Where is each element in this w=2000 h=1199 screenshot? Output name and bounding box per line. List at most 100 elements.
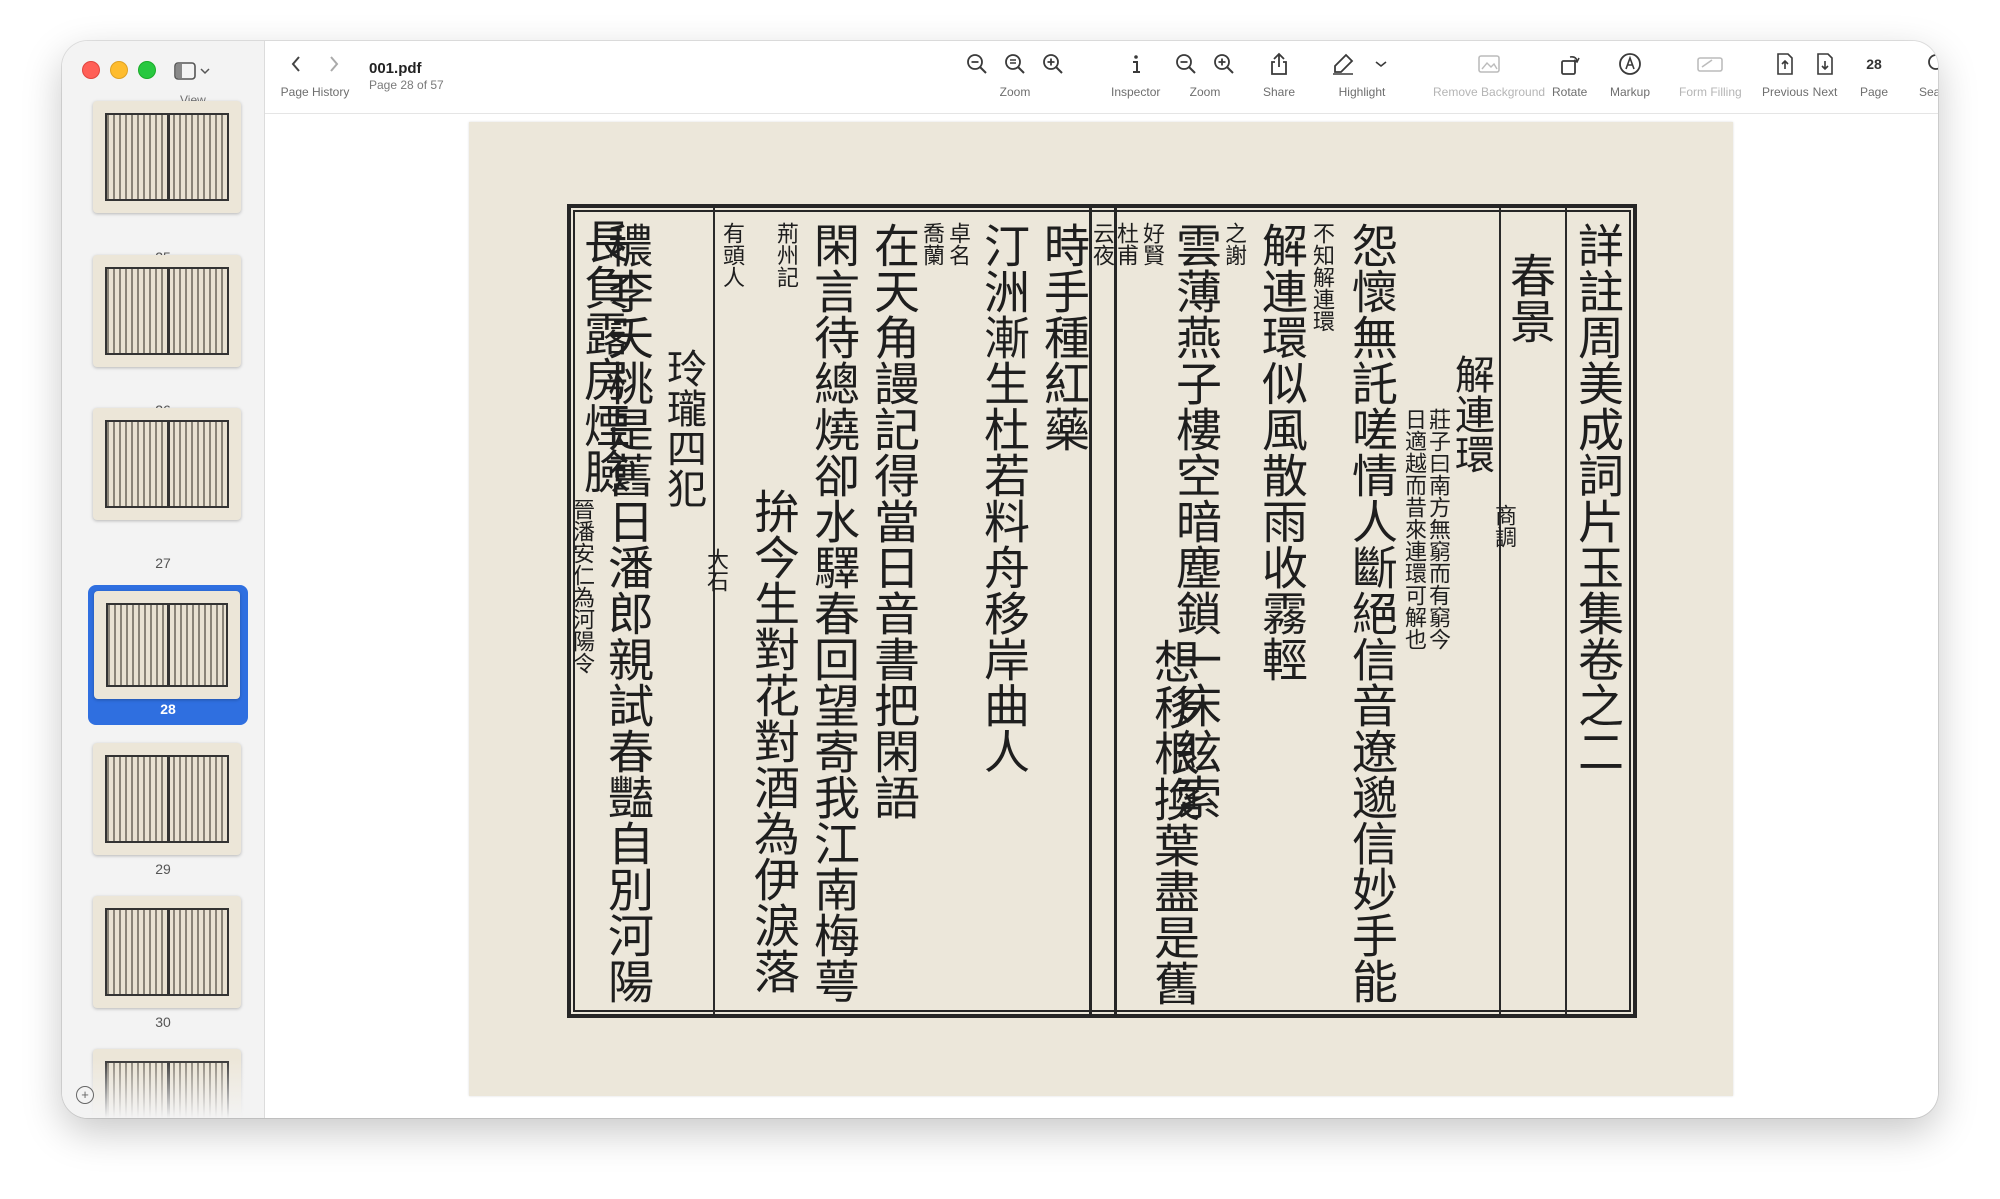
pdf-page: 詳註周美成詞片玉集卷之二 春景 解連環 商調 莊子曰南方無窮而有窮今 日適越而昔… [469, 122, 1733, 1096]
tune-mode: 大石 [703, 548, 728, 592]
back-button[interactable] [282, 50, 310, 78]
zoom-out-button-2[interactable] [1172, 50, 1200, 78]
thumbnail-page-28-selected[interactable]: 28 [88, 585, 248, 725]
verse-column: 長負露房煙臉 [577, 218, 631, 494]
thumbnail-page-29[interactable] [93, 743, 241, 855]
form-filling-button[interactable] [1696, 50, 1724, 78]
page-status: Page 28 of 57 [369, 78, 444, 92]
form-filling-group: Form Filling [1679, 49, 1742, 99]
form-signature-icon [1697, 57, 1724, 72]
inspector-label: Inspector [1111, 85, 1161, 99]
annotation-note: 荊州記 [773, 222, 798, 288]
rotate-button[interactable] [1556, 50, 1584, 78]
markup-button[interactable] [1616, 50, 1644, 78]
section-title: 春景 [1503, 252, 1557, 344]
highlight-label: Highlight [1338, 85, 1386, 99]
zoom-in-button[interactable] [1039, 50, 1067, 78]
annotation-note: 莊子曰南方無窮而有窮今 [1425, 408, 1450, 650]
page-label: Page [1860, 85, 1889, 99]
image-icon [1478, 55, 1500, 73]
markup-label: Markup [1610, 85, 1651, 99]
chevron-down-icon [200, 68, 210, 75]
previous-label: Previous [1762, 85, 1809, 99]
forward-button[interactable] [320, 50, 348, 78]
actual-size-button[interactable] [1001, 50, 1029, 78]
preview-window: View 25 26 27 28 29 30 + [62, 41, 1938, 1118]
thumbnail-page-27[interactable] [93, 408, 241, 520]
search-group: Search [1919, 49, 1938, 99]
zoom-in-button-2[interactable] [1210, 50, 1238, 78]
highlight-group: Highlight [1329, 49, 1395, 99]
page-history-label: Page History [280, 85, 350, 99]
zoom-out-button[interactable] [963, 50, 991, 78]
page-down-icon [1817, 53, 1833, 75]
document-view[interactable]: 詳註周美成詞片玉集卷之二 春景 解連環 商調 莊子曰南方無窮而有窮今 日適越而昔… [265, 114, 1938, 1118]
info-icon [1132, 55, 1140, 73]
rotate-group: Rotate [1552, 49, 1587, 99]
remove-background-group: Remove Background [1433, 49, 1545, 99]
share-button[interactable] [1265, 50, 1293, 78]
next-group: Next [1811, 49, 1839, 99]
thumbnail-number: 28 [160, 701, 176, 717]
inspector-button[interactable] [1122, 50, 1150, 78]
form-filling-label: Form Filling [1679, 85, 1742, 99]
text-block: 詳註周美成詞片玉集卷之二 春景 解連環 商調 莊子曰南方無窮而有窮今 日適越而昔… [567, 204, 1637, 1018]
close-button[interactable] [82, 61, 100, 79]
minimize-button[interactable] [110, 61, 128, 79]
zoom-out-icon [1176, 54, 1196, 74]
page-number-field[interactable]: 28 [1860, 50, 1888, 78]
zoom-actual-icon [1005, 54, 1025, 74]
annotation-note: 卓名 [945, 222, 970, 266]
highlighter-pen-icon [1333, 53, 1354, 75]
remove-background-button[interactable] [1475, 50, 1503, 78]
zoom-group-2: Zoom [1172, 49, 1238, 99]
document-title: 001.pdf [369, 60, 422, 77]
thumbnail-number: 30 [155, 1014, 171, 1030]
search-button[interactable] [1924, 50, 1938, 78]
markup-group: Markup [1610, 49, 1650, 99]
page-history-group: Page History [265, 49, 365, 99]
page-up-icon [1777, 53, 1794, 75]
add-page-button[interactable]: + [76, 1086, 94, 1104]
chevron-down-icon [1375, 61, 1387, 68]
verse-column: 時手種紅藥 [1037, 222, 1091, 452]
previous-page-button[interactable] [1771, 50, 1799, 78]
share-icon [1271, 52, 1287, 75]
rotate-icon [1560, 56, 1580, 75]
tune-title: 解連環 [1448, 354, 1494, 474]
verse-column: 閑言待總燒卻水驛春回望寄我江南梅萼 [807, 222, 861, 1004]
search-label: Search [1919, 85, 1938, 99]
window-controls [82, 61, 156, 79]
sidebar-icon [174, 62, 196, 80]
remove-background-label: Remove Background [1433, 85, 1546, 99]
annotation-note: 之謝 [1221, 222, 1246, 266]
chevron-right-icon [330, 56, 339, 72]
thumbnail-sidebar: View 25 26 27 28 29 30 + [62, 41, 265, 1118]
thumbnail-list: 25 26 27 28 29 30 [62, 101, 264, 1118]
verse-column: 解連環似風散雨收霧輕 [1255, 222, 1309, 682]
next-page-button[interactable] [1811, 50, 1839, 78]
center-fold [1089, 208, 1117, 1014]
thumbnail-page-26[interactable] [93, 255, 241, 367]
annotation-note: 杜甫 [1113, 222, 1138, 266]
highlight-options-button[interactable] [1367, 50, 1395, 78]
zoom-label-2: Zoom [1189, 85, 1221, 99]
markup-pen-icon [1619, 53, 1641, 75]
thumbnail-page-25[interactable] [93, 101, 241, 213]
highlight-button[interactable] [1329, 50, 1357, 78]
rotate-label: Rotate [1552, 85, 1588, 99]
fullscreen-button[interactable] [138, 61, 156, 79]
volume-title: 詳註周美成詞片玉集卷之二 [1571, 222, 1625, 774]
document-title-block: 001.pdf Page 28 of 57 [369, 60, 444, 92]
zoom-in-icon [1214, 54, 1234, 74]
thumbnail-page-30[interactable] [93, 896, 241, 1008]
page-group: 28 Page [1860, 49, 1888, 99]
verse-column: 汀洲漸生杜若料舟移岸曲人 [977, 222, 1031, 774]
verse-column: 怨懷無託嗟情人斷絕信音遼邈信妙手能 [1345, 222, 1399, 1004]
view-menu-button[interactable] [174, 58, 218, 84]
annotation-note: 不知解連環 [1309, 222, 1334, 332]
share-group: Share [1263, 49, 1295, 99]
zoom-label: Zoom [999, 85, 1031, 99]
previous-group: Previous [1762, 49, 1809, 99]
annotation-note: 好賢 [1139, 222, 1164, 266]
